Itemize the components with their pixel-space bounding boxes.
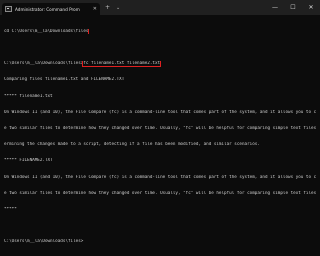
tab-close-icon[interactable]: ✕ <box>93 6 97 12</box>
output-line: e two similar files to determine how the… <box>4 190 316 196</box>
command-line-fc: C:\Users\m__la\Downloads\files>fc filena… <box>4 61 316 67</box>
output-line: On Windows 11 (and 10), the File Compare… <box>4 174 316 180</box>
title-bar: Administrator: Command Prom ✕ + ⌄ — ☐ ✕ <box>0 0 320 15</box>
output-line: On Windows 11 (and 10), the File Compare… <box>4 109 316 115</box>
close-icon[interactable]: ✕ <box>302 0 320 15</box>
tab-dropdown-icon[interactable]: ⌄ <box>116 5 120 11</box>
command-line-cd: cd C:\Users\m__la\Downloads\files <box>4 28 316 35</box>
terminal-window: Administrator: Command Prom ✕ + ⌄ — ☐ ✕ … <box>0 0 320 244</box>
maximize-icon[interactable]: ☐ <box>284 0 302 15</box>
tab-title: Administrator: Command Prom <box>15 6 80 12</box>
output-line: ermining the changes made to a script, d… <box>4 142 260 148</box>
prompt: C:\Users\m__la\Downloads\files> <box>4 61 84 67</box>
output-line: e two similar files to determine how the… <box>4 126 316 132</box>
output-line: ***** filename1.txt <box>4 93 53 99</box>
output-line: Comparing files filename1.txt and FILENA… <box>4 77 125 83</box>
new-tab-icon[interactable]: + <box>105 4 110 11</box>
terminal-icon <box>5 6 12 12</box>
final-prompt: C:\Users\m__la\Downloads\files> <box>4 239 84 245</box>
fc-command-highlight: fc filename1.txt filename2.txt <box>82 61 162 67</box>
cd-command-highlight: cd C:\Users\m__la\Downloads\files <box>4 28 90 35</box>
minimize-icon[interactable]: — <box>266 0 284 15</box>
terminal-output[interactable]: cd C:\Users\m__la\Downloads\files C:\Use… <box>4 18 316 244</box>
tab-command-prompt[interactable]: Administrator: Command Prom ✕ <box>2 3 100 15</box>
output-line: ***** <box>4 207 17 213</box>
output-line: ***** FILENAME2.TXT <box>4 158 53 164</box>
window-controls: — ☐ ✕ <box>266 0 320 15</box>
